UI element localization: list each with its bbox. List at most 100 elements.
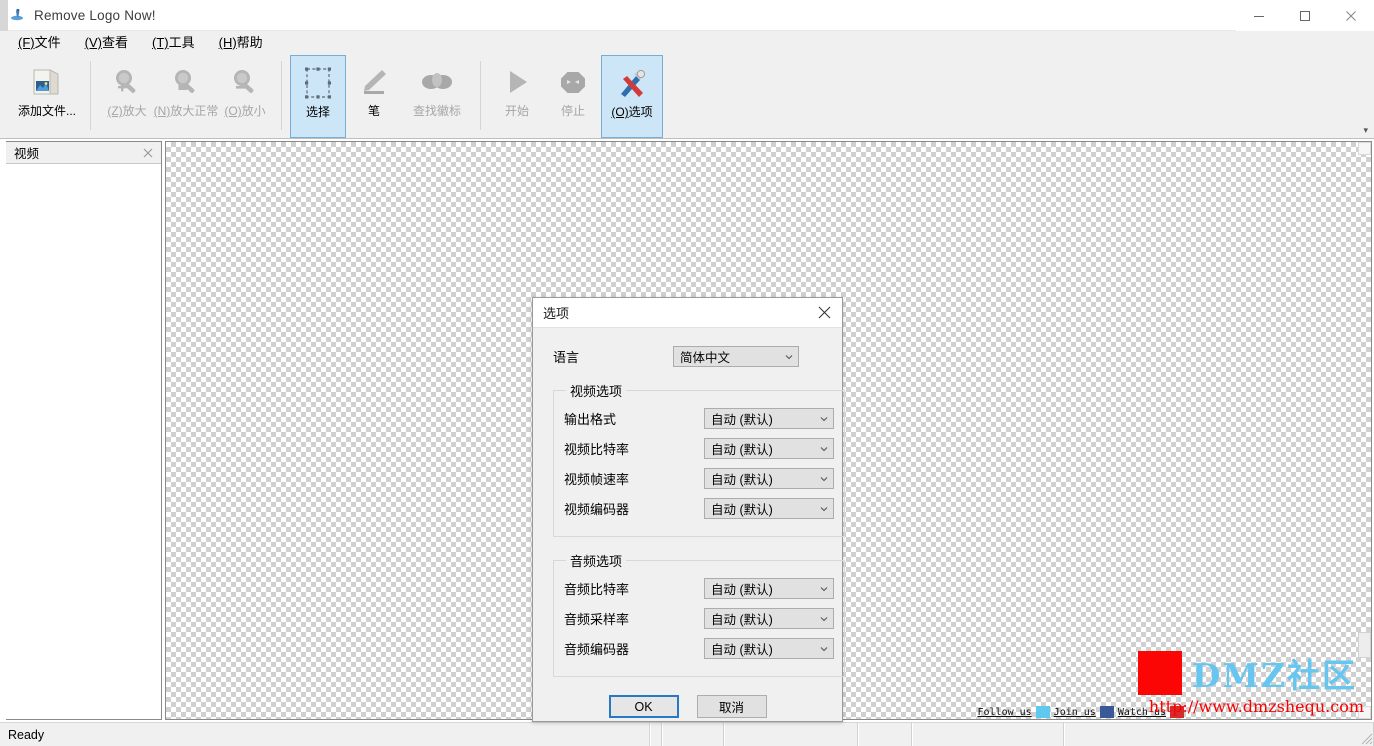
toolbar-button-find-logo[interactable]: 查找徽标 — [402, 55, 472, 138]
zoom-in-icon — [111, 63, 143, 101]
option-row-video-bitrate: 视频比特率 自动 (默认) — [564, 434, 834, 463]
toolbar-button-start[interactable]: 开始 — [489, 55, 545, 138]
menu-label-tools: 工具 — [168, 35, 195, 50]
audio-samplerate-select[interactable]: 自动 (默认) — [704, 608, 834, 629]
audio-encoder-select[interactable]: 自动 (默认) — [704, 638, 834, 659]
toolbar-button-zoom-in[interactable]: (Z)放大 — [99, 55, 155, 138]
resize-grip-icon[interactable] — [1359, 731, 1373, 745]
audio-encoder-label: 音频编码器 — [564, 642, 630, 657]
scrollbar-thumb[interactable] — [1358, 632, 1371, 658]
toolbar-overflow-chevron-down-icon[interactable]: ▾ — [1363, 125, 1368, 136]
close-button[interactable] — [1328, 0, 1374, 31]
option-row-audio-samplerate: 音频采样率 自动 (默认) — [564, 604, 834, 633]
video-side-panel: 视频 — [6, 141, 162, 720]
options-tools-icon — [616, 64, 648, 102]
stop-octagon-icon — [558, 63, 588, 101]
add-file-icon — [30, 63, 64, 101]
status-cell-3 — [858, 723, 912, 746]
window-controls — [1236, 0, 1374, 31]
video-bitrate-label: 视频比特率 — [564, 442, 630, 457]
toolbar-button-pen[interactable]: 笔 — [346, 55, 402, 138]
menu-item-view[interactable]: (V)查看 — [83, 34, 130, 51]
menu-item-tools[interactable]: (T)工具 — [150, 34, 197, 51]
toolbar-label-zoom-out: (O)放小 — [224, 104, 266, 118]
menu-accel-view: (V) — [84, 35, 102, 50]
scroll-down-arrow-icon[interactable] — [1358, 706, 1371, 719]
maximize-button[interactable] — [1282, 0, 1328, 31]
language-row: 语言 简体中文 — [553, 346, 828, 367]
language-value: 简体中文 — [680, 351, 731, 365]
zoom-out-icon — [229, 63, 261, 101]
chevron-down-icon — [820, 586, 828, 591]
chevron-down-icon — [785, 354, 793, 359]
toolbar-button-stop[interactable]: 停止 — [545, 55, 601, 138]
title-bar: Remove Logo Now! — [0, 0, 1374, 31]
audio-options-group: 音频选项 音频比特率 自动 (默认) 音频采样率 自动 (默认) 音频编码器 自… — [553, 551, 845, 677]
video-panel-header: 视频 — [6, 142, 161, 164]
chevron-down-icon — [820, 506, 828, 511]
toolbar-label-pen: 笔 — [367, 104, 380, 118]
video-encoder-select[interactable]: 自动 (默认) — [704, 498, 834, 519]
toolbar-separator-3 — [480, 61, 481, 130]
toolbar-button-options[interactable]: (O)选项 — [601, 55, 663, 138]
video-bitrate-value: 自动 (默认) — [711, 443, 773, 457]
audio-bitrate-value: 自动 (默认) — [711, 583, 773, 597]
toolbar-button-add-file[interactable]: 添加文件... — [12, 55, 82, 138]
toolbar-button-zoom-out[interactable]: (O)放小 — [217, 55, 273, 138]
option-row-audio-encoder: 音频编码器 自动 (默认) — [564, 634, 834, 663]
dialog-title: 选项 — [543, 306, 570, 321]
main-body: 视频 DMZ社区 选项 语言 简体中文 视频选项 输出格式 自动 (默认) 视频… — [0, 139, 1374, 722]
options-dialog: 选项 语言 简体中文 视频选项 输出格式 自动 (默认) 视频比特率 自动 (默… — [532, 297, 845, 722]
find-logo-icon — [419, 63, 455, 101]
toolbar-label-find-logo: 查找徽标 — [412, 104, 461, 118]
option-row-output-format: 输出格式 自动 (默认) — [564, 404, 834, 433]
video-bitrate-select[interactable]: 自动 (默认) — [704, 438, 834, 459]
audio-samplerate-label: 音频采样率 — [564, 612, 630, 627]
status-bar: Ready — [0, 722, 1374, 746]
output-format-select[interactable]: 自动 (默认) — [704, 408, 834, 429]
menu-item-file[interactable]: (F)文件 — [16, 34, 63, 51]
cancel-button[interactable]: 取消 — [696, 695, 767, 718]
selection-marquee-icon — [303, 64, 333, 102]
close-icon[interactable] — [814, 303, 834, 323]
video-framerate-label: 视频帧速率 — [564, 472, 630, 487]
ok-button[interactable]: OK — [608, 695, 679, 718]
audio-bitrate-label: 音频比特率 — [564, 582, 630, 597]
status-cell-2 — [724, 723, 858, 746]
toolbar-separator-1 — [90, 61, 91, 130]
toolbar-label-options: (O)选项 — [611, 105, 653, 119]
language-select[interactable]: 简体中文 — [673, 346, 799, 367]
menu-bar: (F)文件 (V)查看 (T)工具 (H)帮助 — [0, 31, 1374, 55]
video-panel-title: 视频 — [14, 147, 40, 161]
close-icon[interactable] — [141, 146, 155, 160]
dialog-actions: OK 取消 — [547, 691, 828, 718]
toolbar-label-add-file: 添加文件... — [17, 104, 76, 118]
video-encoder-value: 自动 (默认) — [711, 503, 773, 517]
minimize-button[interactable] — [1236, 0, 1282, 31]
scroll-up-arrow-icon[interactable] — [1358, 142, 1371, 155]
video-options-group: 视频选项 输出格式 自动 (默认) 视频比特率 自动 (默认) 视频帧速率 自动… — [553, 381, 845, 537]
audio-samplerate-value: 自动 (默认) — [711, 613, 773, 627]
audio-encoder-value: 自动 (默认) — [711, 643, 773, 657]
toolbar-button-zoom-normal[interactable]: (N)放大正常 — [153, 55, 219, 138]
output-format-label: 输出格式 — [564, 412, 617, 427]
toolbar-label-zoom-normal: (N)放大正常 — [153, 104, 219, 118]
menu-accel-help: (H) — [218, 35, 237, 50]
status-cell-0 — [650, 723, 662, 746]
video-panel-content[interactable] — [6, 164, 161, 719]
canvas-vertical-scrollbar[interactable] — [1358, 142, 1371, 719]
language-label: 语言 — [553, 350, 580, 365]
status-ready-text: Ready — [0, 723, 650, 746]
video-framerate-select[interactable]: 自动 (默认) — [704, 468, 834, 489]
pen-icon — [358, 63, 390, 101]
toolbar-button-selection[interactable]: 选择 — [290, 55, 346, 138]
audio-bitrate-select[interactable]: 自动 (默认) — [704, 578, 834, 599]
toolbar-separator-2 — [281, 61, 282, 130]
toolbar: 添加文件... (Z)放大 (N)放大正常 (O)放小 选择 笔 查找徽标 开始… — [0, 55, 1374, 139]
video-framerate-value: 自动 (默认) — [711, 473, 773, 487]
menu-item-help[interactable]: (H)帮助 — [217, 34, 265, 51]
status-cell-5 — [1064, 723, 1374, 746]
toolbar-label-zoom-in: (Z)放大 — [107, 104, 147, 118]
dialog-title-bar: 选项 — [533, 298, 842, 328]
video-options-legend: 视频选项 — [570, 384, 623, 399]
